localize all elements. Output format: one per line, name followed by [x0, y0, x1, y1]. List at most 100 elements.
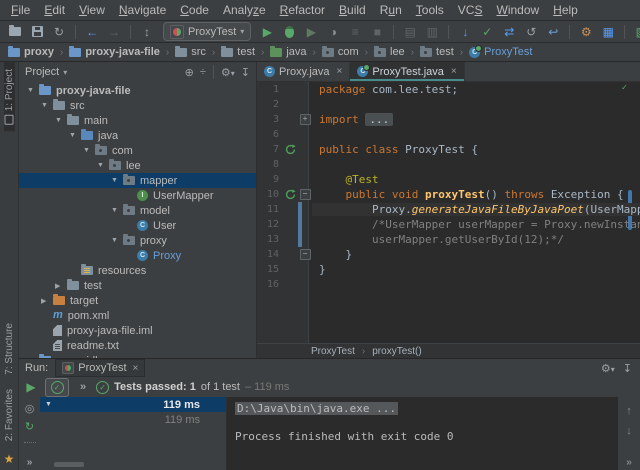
synchronize-icon[interactable]: ↻ [49, 22, 69, 41]
code-editor[interactable]: ✓ 1package com.lee.test;23+import ...67p… [257, 82, 640, 343]
breadcrumb-java[interactable]: java [268, 46, 308, 58]
settings-wrench-icon[interactable]: ⚙ [576, 22, 596, 41]
menu-analyze[interactable]: Analyze [216, 3, 273, 17]
tree-item-proxy-java-file.iml[interactable]: proxy-java-file.iml [19, 323, 256, 338]
code-line-12[interactable]: 12 /*UserMapper userMapper = Proxy.newIn… [257, 217, 640, 232]
breadcrumb-proxytest[interactable]: CProxyTest [467, 46, 534, 58]
back-icon[interactable]: ← [82, 22, 102, 41]
breadcrumb-lee[interactable]: lee [372, 46, 407, 58]
tree-arrow-icon[interactable]: ▼ [55, 117, 66, 124]
tree-arrow-icon[interactable]: ▼ [111, 177, 122, 184]
run-test-gutter-icon[interactable] [283, 189, 298, 200]
tree-arrow-icon[interactable]: ▼ [111, 207, 122, 214]
fold-plus-icon[interactable]: + [300, 114, 311, 125]
breadcrumb-proxy-java-file[interactable]: proxy-java-file [67, 46, 162, 58]
hide-panel-icon[interactable]: ↧ [241, 66, 250, 79]
menu-view[interactable]: View [72, 3, 112, 17]
run-test-gutter-icon[interactable] [283, 144, 298, 155]
menu-help[interactable]: Help [546, 3, 585, 17]
tree-arrow-icon[interactable]: ▼ [41, 102, 52, 109]
rerun-tests-icon[interactable]: ▶ [22, 380, 40, 394]
editor-breadcrumb-item[interactable]: ProxyTest [311, 346, 355, 357]
tool-window-tab-project[interactable]: 1: Project [4, 62, 15, 131]
code-line-8[interactable]: 8 [257, 157, 640, 172]
vcs-history-icon[interactable]: ↺ [521, 22, 541, 41]
locate-icon[interactable]: ⊕ [185, 66, 194, 79]
code-line-16[interactable]: 16 [257, 277, 640, 292]
profiler-icon[interactable]: ◑ [323, 22, 343, 41]
scroll-down-icon[interactable]: ↓ [626, 426, 632, 437]
run-settings-gear-icon[interactable]: ⚙▾ [601, 362, 615, 375]
code-line-2[interactable]: 2 [257, 97, 640, 112]
tree-item-readme.txt[interactable]: readme.txt [19, 338, 256, 353]
close-icon[interactable]: × [451, 66, 457, 77]
menu-vcs[interactable]: VCS [451, 3, 490, 17]
code-line-15[interactable]: 15} [257, 262, 640, 277]
chevron-down-icon[interactable]: ▾ [63, 68, 67, 77]
sync-settings-icon[interactable]: ↕ [137, 22, 157, 41]
tree-arrow-icon[interactable]: ▼ [27, 87, 38, 94]
menu-code[interactable]: Code [173, 3, 216, 17]
plugin-module-icon[interactable]: ▧ [631, 22, 640, 41]
run-console[interactable]: D:\Java\bin\java.exe ...Process finished… [226, 397, 618, 470]
menu-window[interactable]: Window [489, 3, 546, 17]
show-passed-toggle[interactable]: ✓ [45, 378, 69, 397]
menu-navigate[interactable]: Navigate [112, 3, 173, 17]
code-line-3[interactable]: 3+import ... [257, 112, 640, 127]
fold-minus-icon[interactable]: − [300, 189, 311, 200]
tree-item-java[interactable]: ▼java [19, 128, 256, 143]
tree-item-resources[interactable]: resources [19, 263, 256, 278]
vcs-rollback-icon[interactable]: ↩ [543, 22, 563, 41]
code-line-6[interactable]: 6 [257, 127, 640, 142]
more-actions-icon[interactable]: » [80, 381, 86, 393]
tree-item-proxy[interactable]: CProxy [19, 248, 256, 263]
run-with-coverage-icon[interactable]: ▶ [301, 22, 321, 41]
menu-edit[interactable]: Edit [37, 3, 72, 17]
layout-1-icon[interactable]: ▤ [400, 22, 420, 41]
tree-item-target[interactable]: ▶target [19, 293, 256, 308]
tree-arrow-icon[interactable]: ▶ [55, 282, 66, 290]
tool-window-tab-favorites[interactable]: 2: Favorites [4, 382, 15, 448]
vcs-commit-icon[interactable]: ✓ [477, 22, 497, 41]
editor-tab-proxy-java[interactable]: CProxy.java× [257, 62, 350, 81]
tree-arrow-icon[interactable]: ▼ [111, 237, 122, 244]
code-line-7[interactable]: 7public class ProxyTest { [257, 142, 640, 157]
more-chevrons-icon[interactable]: » [626, 457, 632, 468]
breadcrumb-src[interactable]: src [173, 46, 208, 58]
tree-item-lee[interactable]: ▼lee [19, 158, 256, 173]
scroll-up-icon[interactable]: ↑ [626, 406, 632, 417]
menu-tools[interactable]: Tools [409, 3, 451, 17]
forward-icon[interactable]: → [104, 22, 124, 41]
code-line-13[interactable]: 13 userMapper.getUserById(12);*/ [257, 232, 640, 247]
code-line-10[interactable]: 10− public void proxyTest() throws Excep… [257, 187, 640, 202]
breadcrumb-com[interactable]: com [320, 46, 361, 58]
close-icon[interactable]: × [337, 66, 343, 77]
tree-arrow-icon[interactable]: ▼ [69, 132, 80, 139]
run-icon[interactable]: ▶ [257, 22, 277, 41]
code-line-9[interactable]: 9 @Test [257, 172, 640, 187]
horizontal-scrollbar-thumb[interactable] [54, 462, 84, 467]
vcs-compare-icon[interactable]: ⇄ [499, 22, 519, 41]
editor-breadcrumb-item[interactable]: proxyTest() [372, 346, 421, 357]
layout-2-icon[interactable]: ▥ [422, 22, 442, 41]
project-panel-title[interactable]: Project [25, 66, 59, 78]
show-ignored-icon[interactable]: ◎ [25, 404, 35, 415]
save-all-icon[interactable] [27, 22, 47, 41]
more-icon[interactable]: » [27, 457, 33, 468]
favorites-star-icon[interactable]: ★ [4, 452, 15, 466]
open-project-icon[interactable] [5, 22, 25, 41]
close-icon[interactable]: × [133, 363, 139, 374]
project-structure-icon[interactable]: ▦ [598, 22, 618, 41]
test-node[interactable]: 119 ms [40, 412, 226, 427]
tree-item-test[interactable]: ▶test [19, 278, 256, 293]
fold-minus-icon[interactable]: − [300, 249, 311, 260]
tree-item-pom.xml[interactable]: mpom.xml [19, 308, 256, 323]
rerun-failed-tests-icon[interactable]: ↻ [25, 422, 34, 433]
run-config-selector[interactable]: ProxyTest ▾ [163, 22, 251, 41]
running-processes-icon[interactable]: ≡ [345, 22, 365, 41]
breadcrumb-test[interactable]: test [219, 46, 257, 58]
tree-item-mapper[interactable]: ▼mapper [19, 173, 256, 188]
run-tab-proxytest[interactable]: ProxyTest × [55, 359, 145, 377]
menu-run[interactable]: Run [373, 3, 409, 17]
tree-arrow-icon[interactable]: ▶ [41, 297, 52, 305]
